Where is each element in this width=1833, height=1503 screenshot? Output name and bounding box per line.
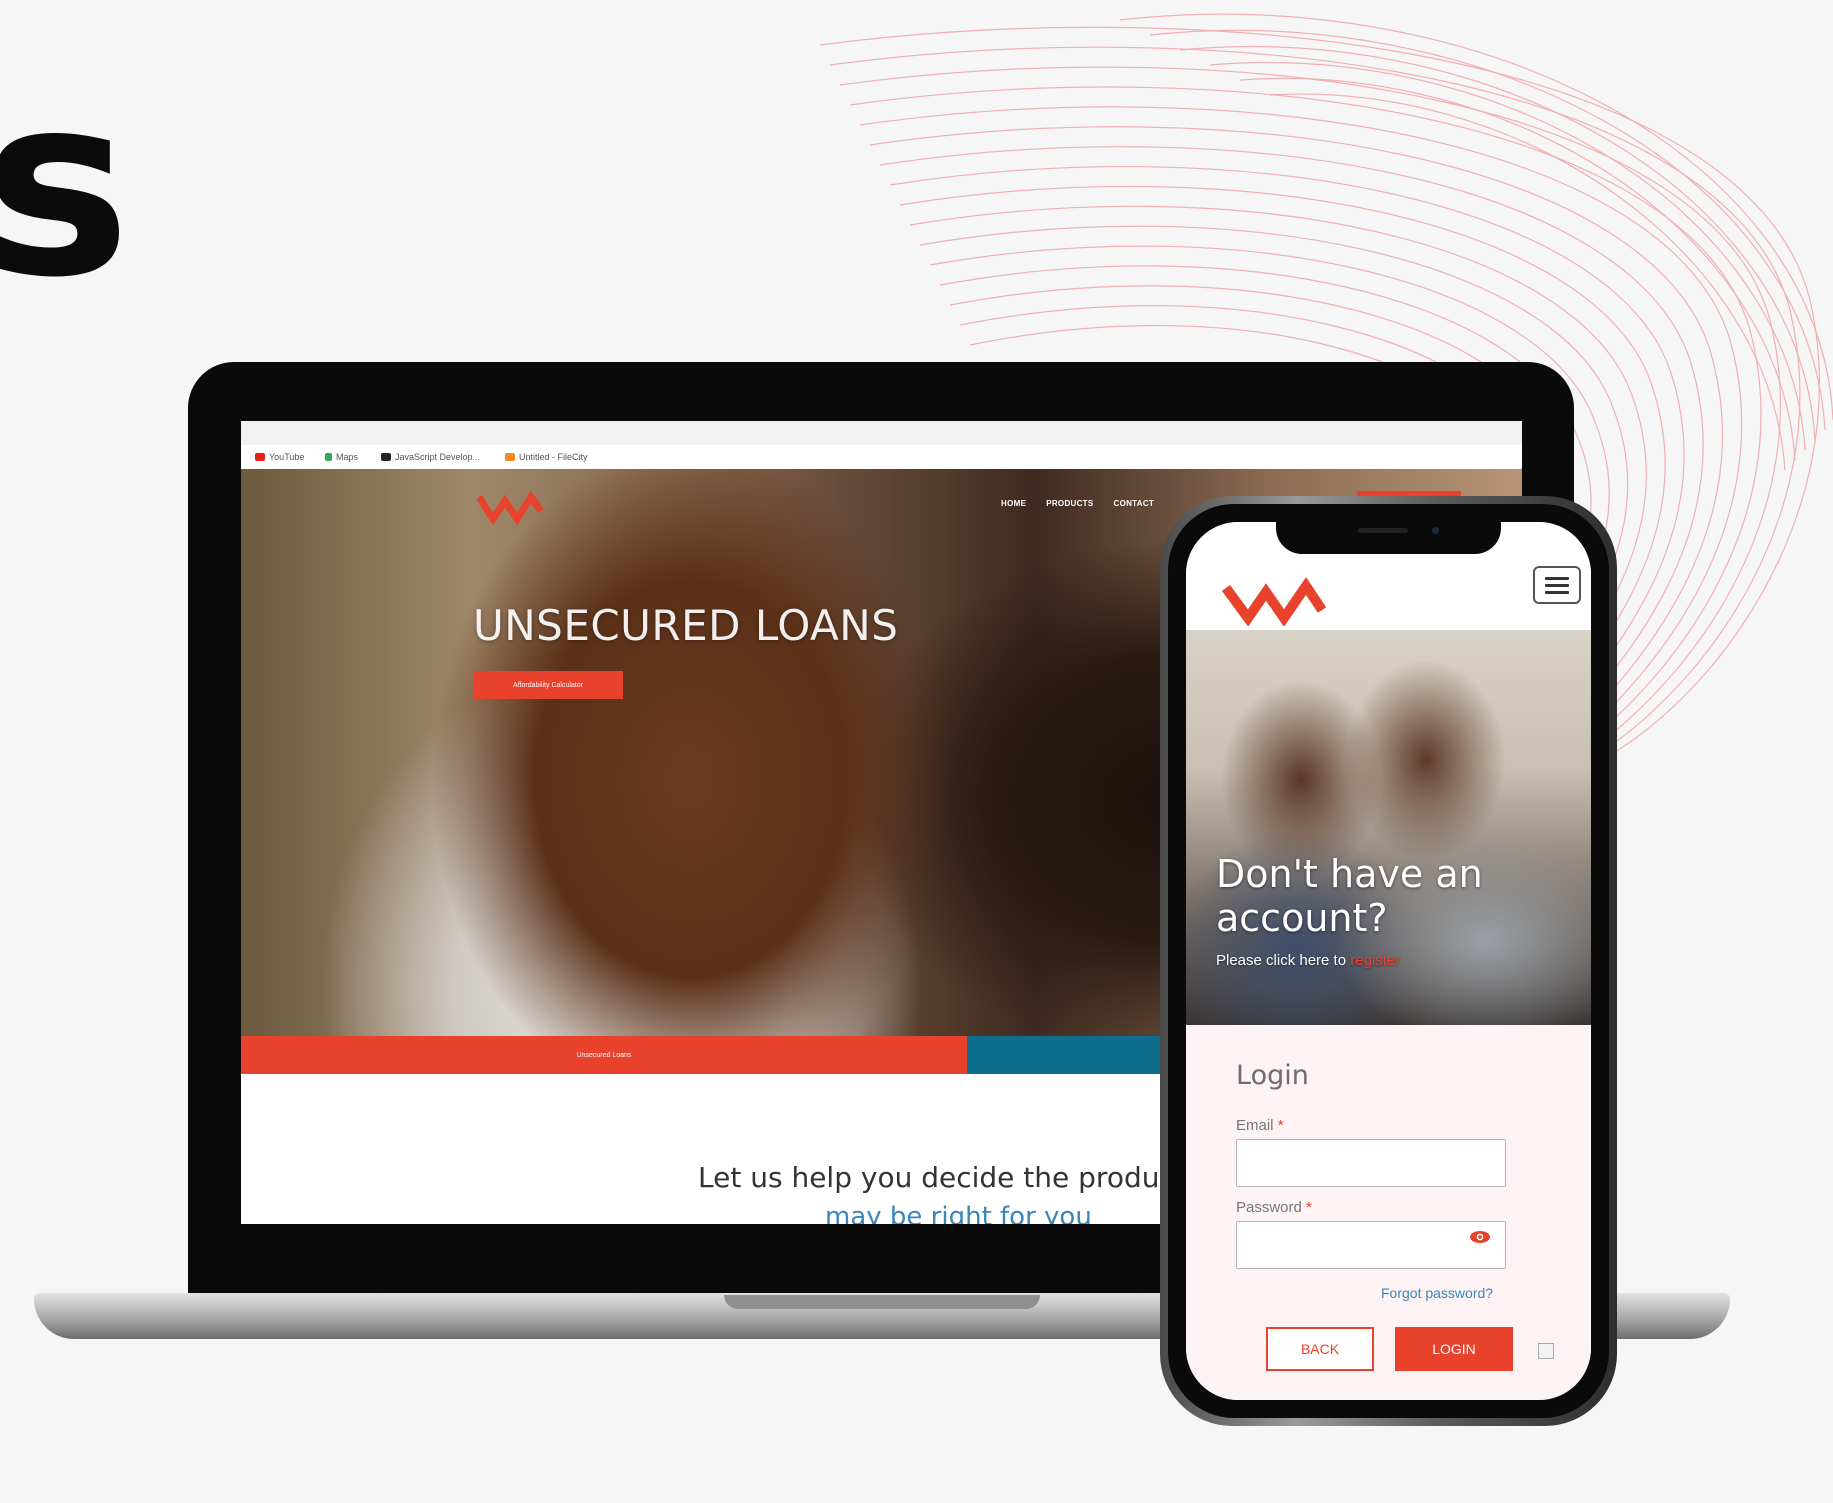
email-field[interactable] — [1236, 1139, 1506, 1187]
product-helper-subtext: may be right for you — [825, 1202, 1092, 1224]
product-helper-text: Let us help you decide the produc — [698, 1161, 1175, 1194]
login-button[interactable]: LOGIN — [1395, 1327, 1513, 1371]
browser-bookmarks-bar: YouTube Maps JavaScript Develop... Untit… — [241, 445, 1522, 470]
bookmark-javascript[interactable]: JavaScript Develop... — [381, 452, 480, 462]
hero-title: UNSECURED LOANS — [473, 601, 899, 650]
phone-speaker — [1358, 528, 1408, 533]
login-form: Login Email * Password * Forgot password… — [1186, 1025, 1591, 1400]
mobile-hero: Don't have an account? Please click here… — [1186, 630, 1591, 1025]
broken-image-icon — [1538, 1343, 1554, 1359]
password-label: Password * — [1236, 1199, 1312, 1216]
eye-icon[interactable] — [1469, 1230, 1491, 1244]
browser-address-bar[interactable] — [241, 421, 1522, 445]
phone-notch — [1276, 520, 1501, 554]
bookmark-maps[interactable]: Maps — [325, 452, 358, 462]
mobile-hero-title: Don't have an account? — [1216, 852, 1483, 940]
logo-icon[interactable] — [1222, 576, 1326, 626]
page-heading-fragment: s — [0, 41, 131, 332]
top-navigation: HOME PRODUCTS CONTACT — [1001, 499, 1154, 508]
email-label: Email * — [1236, 1117, 1284, 1134]
logo-icon[interactable] — [477, 491, 547, 525]
phone-camera — [1432, 527, 1439, 534]
password-field[interactable] — [1236, 1221, 1506, 1269]
javascript-icon — [381, 453, 391, 461]
forgot-password-link[interactable]: Forgot password? — [1381, 1285, 1493, 1301]
maps-pin-icon — [325, 453, 332, 461]
nav-contact[interactable]: CONTACT — [1114, 499, 1155, 508]
youtube-icon — [255, 453, 265, 461]
back-button[interactable]: BACK — [1266, 1327, 1374, 1371]
nav-products[interactable]: PRODUCTS — [1046, 499, 1093, 508]
unsecured-loans-bar-button[interactable]: Unsecured Loans — [241, 1036, 967, 1074]
phone-screen: Don't have an account? Please click here… — [1186, 522, 1591, 1400]
menu-icon[interactable] — [1533, 566, 1581, 604]
affordability-calculator-button[interactable]: Affordability Calculator — [473, 671, 623, 699]
register-link[interactable]: register — [1350, 952, 1400, 969]
laptop-notch — [724, 1295, 1040, 1309]
bookmark-youtube[interactable]: YouTube — [255, 452, 304, 462]
mobile-hero-subtitle: Please click here to register — [1216, 952, 1401, 969]
bookmark-filecity[interactable]: Untitled - FileCity — [505, 452, 588, 462]
login-title: Login — [1236, 1060, 1309, 1091]
nav-home[interactable]: HOME — [1001, 499, 1026, 508]
filecity-icon — [505, 453, 515, 461]
